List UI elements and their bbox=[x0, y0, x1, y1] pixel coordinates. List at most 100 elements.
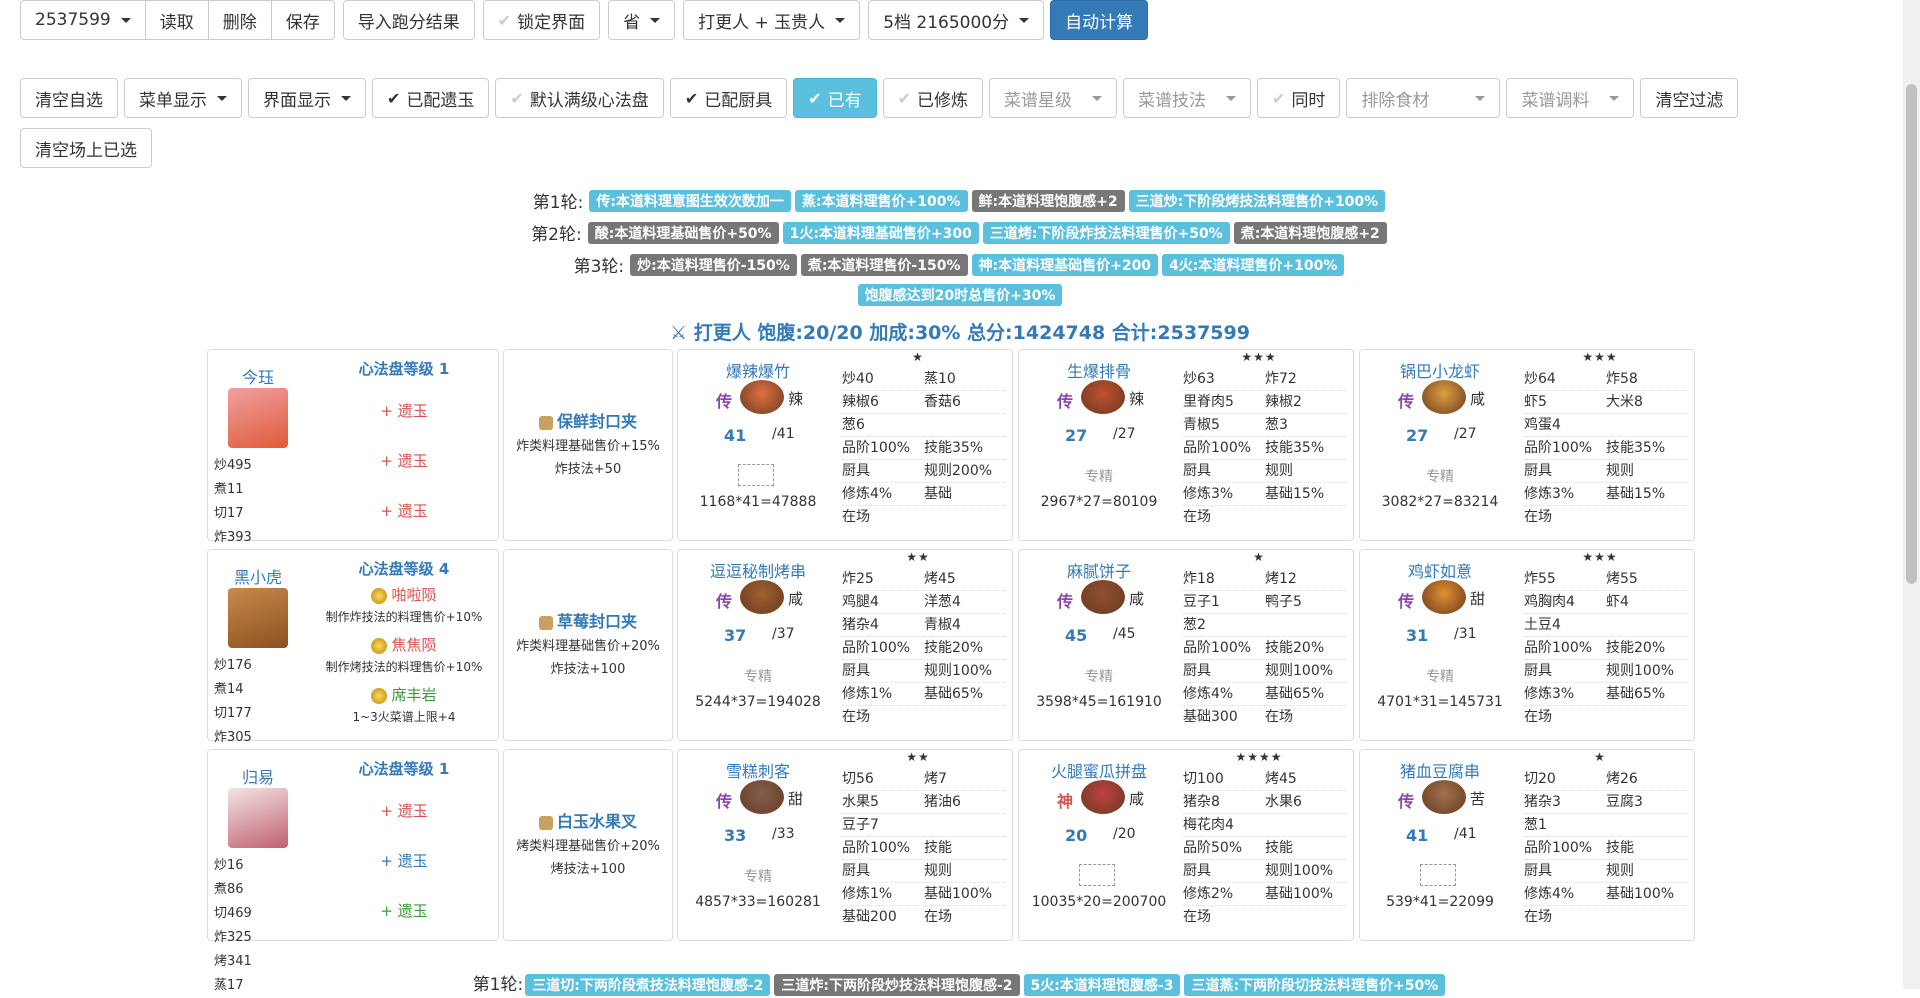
jade-slot[interactable]: + 遗玉 bbox=[314, 800, 494, 821]
jade-slot[interactable]: + 遗玉 bbox=[314, 850, 494, 871]
chef-card[interactable]: 归易 炒16煮86切469炸325烤341蒸17 心法盘等级 1 + 遗玉 + 遗玉 + … bbox=[207, 749, 499, 993]
heart-level[interactable]: 心法盘等级 1 bbox=[314, 358, 494, 379]
dish-info-cell bbox=[1606, 706, 1688, 728]
dish-quantity[interactable]: 33 bbox=[724, 826, 746, 845]
dish-name[interactable]: 猪血豆腐串 bbox=[1360, 758, 1520, 782]
dish-info-cell: 梅花肉4 bbox=[1183, 817, 1234, 833]
dish-seasoning-select[interactable]: 菜谱调料 bbox=[1506, 78, 1635, 118]
dish-skill-select[interactable]: 菜谱技法 bbox=[1123, 78, 1252, 118]
jade-slot[interactable]: 席丰岩 bbox=[314, 684, 494, 705]
tool-card[interactable]: 草莓封口夹 炸类料理基础售价+20% 炸技法+100 bbox=[503, 549, 673, 741]
dish-info-cell: 厨具 bbox=[842, 463, 870, 479]
dish-name[interactable]: 生爆排骨 bbox=[1019, 358, 1179, 382]
tool-name[interactable]: 保鲜封口夹 bbox=[504, 408, 672, 432]
dish-info-cell: 技能35% bbox=[924, 440, 984, 456]
dish-quantity[interactable]: 31 bbox=[1406, 626, 1428, 645]
jade-slot[interactable]: 啪啦陨 bbox=[314, 584, 494, 605]
dish-info-cell: 切100 bbox=[1183, 771, 1224, 787]
province-select[interactable]: 省 bbox=[608, 0, 676, 40]
dish-info-cell: 烤45 bbox=[1265, 771, 1297, 787]
dish-quantity[interactable]: 37 bbox=[724, 626, 746, 645]
jade-slot[interactable]: 焦焦陨 bbox=[314, 634, 494, 655]
jade-desc: 制作烤技法的料理售价+10% bbox=[325, 660, 483, 674]
with-tools-toggle[interactable]: ✔ 已配厨具 bbox=[669, 78, 788, 118]
chevron-down-icon bbox=[341, 95, 351, 101]
menu-display-dropdown[interactable]: 菜单显示 bbox=[124, 78, 242, 118]
auto-calc-button[interactable]: 自动计算 bbox=[1050, 0, 1149, 40]
delete-button[interactable]: 删除 bbox=[207, 0, 272, 40]
mode-select[interactable]: 打更人 + 玉贵人 bbox=[683, 0, 861, 40]
clear-field-button[interactable]: 清空场上已选 bbox=[20, 128, 152, 168]
heart-level[interactable]: 心法盘等级 1 bbox=[314, 758, 494, 779]
chef-card[interactable]: 今珏炒495煮11切17炸393烤94蒸176心法盘等级 1+ 遗玉+ 遗玉+ … bbox=[207, 349, 499, 593]
dish-info-row: 厨具 规则 bbox=[842, 860, 1006, 883]
dish-info-row: 炸25 烤45 bbox=[842, 568, 1006, 591]
dish-card[interactable]: 锅巴小龙虾传 咸 27/27 专精 3082*27=83214 ★★★ 炒64 炸58 虾5 大米… bbox=[1359, 349, 1695, 541]
dish-name[interactable]: 逗逗秘制烤串 bbox=[678, 558, 838, 582]
dish-quantity[interactable]: 20 bbox=[1065, 826, 1087, 845]
dish-info: 切56 烤7 水果5 猪油6 豆子7 品阶100% 技能 厨具 规则 修炼1% 基础100% 基础20… bbox=[842, 768, 1006, 928]
with-jade-toggle[interactable]: ✔ 已配遗玉 bbox=[372, 78, 490, 118]
lock-toggle[interactable]: ✔ 锁定界面 bbox=[482, 0, 601, 40]
dish-info-row: 炒63 炸72 bbox=[1183, 368, 1347, 391]
vertical-scrollbar[interactable] bbox=[1903, 0, 1920, 989]
jade-slot[interactable]: + 遗玉 bbox=[314, 400, 494, 421]
dish-star-select[interactable]: 菜谱星级 bbox=[989, 78, 1118, 118]
save-button[interactable]: 保存 bbox=[270, 0, 335, 40]
jade-slot[interactable]: + 遗玉 bbox=[314, 900, 494, 921]
default-heart-toggle[interactable]: ✔ 默认满级心法盘 bbox=[495, 78, 664, 118]
dish-card[interactable]: 雪糕刺客传 甜 33/33 专精 4857*33=160281 ★★ 切56 烤7 水果5 猪油6… bbox=[677, 749, 1013, 941]
cultivated-toggle[interactable]: ✔ 已修炼 bbox=[882, 78, 984, 118]
import-button[interactable]: 导入跑分结果 bbox=[342, 0, 475, 40]
dish-card[interactable]: 生爆排骨传 辣 27/27 专精 2967*27=80109 ★★★ 炒63 炸72 里脊肉5 辣… bbox=[1018, 349, 1354, 541]
dish-name[interactable]: 鸡虾如意 bbox=[1360, 558, 1520, 582]
read-button[interactable]: 读取 bbox=[144, 0, 209, 40]
both-label: 同时 bbox=[1291, 90, 1326, 111]
tool-card[interactable]: 白玉水果叉 烤类料理基础售价+20% 烤技法+100 bbox=[503, 749, 673, 941]
jade-slot[interactable]: + 遗玉 bbox=[314, 450, 494, 471]
dish-info-cell: 蒸10 bbox=[924, 371, 956, 387]
dish-card[interactable]: 鸡虾如意传 甜 31/31 专精 4701*31=145731 ★★★ 炸55 烤55 鸡胸肉4… bbox=[1359, 549, 1695, 741]
ui-display-dropdown[interactable]: 界面显示 bbox=[248, 78, 366, 118]
dish-quantity[interactable]: 41 bbox=[724, 426, 746, 445]
dish-name[interactable]: 锅巴小龙虾 bbox=[1360, 358, 1520, 382]
tool-name[interactable]: 草莓封口夹 bbox=[504, 608, 672, 632]
dish-card[interactable]: 猪血豆腐串传 苦 41/41 539*41=22099 ★ 切20 烤26 猪杂3 豆腐3 葱1 品… bbox=[1359, 749, 1695, 941]
dish-info-cell: 技能20% bbox=[1606, 640, 1666, 656]
scrollbar-thumb[interactable] bbox=[1906, 84, 1917, 584]
dish-info-cell: 炒40 bbox=[842, 371, 874, 387]
tool-card[interactable]: 保鲜封口夹 炸类料理基础售价+15% 炸技法+50 bbox=[503, 349, 673, 541]
dish-card[interactable]: 火腿蜜瓜拼盘神 咸 20/20 10035*20=200700 ★★★★ 切100 烤45 猪… bbox=[1018, 749, 1354, 941]
both-toggle[interactable]: ✔ 同时 bbox=[1257, 78, 1341, 118]
dish-card[interactable]: 爆辣爆竹传 辣 41/41 1168*41=47888 ★ 炒40 蒸10 辣椒6 香菇6 葱6 品… bbox=[677, 349, 1013, 541]
dish-quantity[interactable]: 41 bbox=[1406, 826, 1428, 845]
fork-knife-icon: ⚔︎ bbox=[670, 322, 688, 344]
chef-name[interactable]: 黑小虎 bbox=[214, 564, 302, 588]
clear-filter-button[interactable]: 清空过滤 bbox=[1640, 78, 1739, 118]
dish-name[interactable]: 爆辣爆竹 bbox=[678, 358, 838, 382]
exclude-ingredient-select[interactable]: 排除食材 bbox=[1346, 78, 1501, 118]
dish-card[interactable]: 逗逗秘制烤串传 咸 37/37 专精 5244*37=194028 ★★ 炸25 烤45 鸡腿4… bbox=[677, 549, 1013, 741]
jade-slot[interactable]: + 遗玉 bbox=[314, 500, 494, 521]
dish-name[interactable]: 麻腻饼子 bbox=[1019, 558, 1179, 582]
dish-name[interactable]: 火腿蜜瓜拼盘 bbox=[1019, 758, 1179, 782]
dish-quantity[interactable]: 27 bbox=[1406, 426, 1428, 445]
dish-name[interactable]: 雪糕刺客 bbox=[678, 758, 838, 782]
tier-value: 5档 2165000分 bbox=[883, 12, 1010, 33]
chef-name[interactable]: 今珏 bbox=[214, 364, 302, 388]
dish-info-cell: 猪杂4 bbox=[842, 617, 879, 633]
owned-toggle[interactable]: ✔ 已有 bbox=[793, 78, 877, 118]
dish-quantity[interactable]: 45 bbox=[1065, 626, 1087, 645]
dish-info-cell: 厨具 bbox=[1183, 663, 1211, 679]
dish-info-row: 在场 bbox=[1524, 906, 1688, 928]
tier-select[interactable]: 5档 2165000分 bbox=[868, 0, 1045, 40]
dish-info-cell: 在场 bbox=[842, 709, 870, 725]
score-select[interactable]: 2537599 bbox=[20, 0, 146, 40]
tool-name[interactable]: 白玉水果叉 bbox=[504, 808, 672, 832]
dish-quantity[interactable]: 27 bbox=[1065, 426, 1087, 445]
chef-name[interactable]: 归易 bbox=[214, 764, 302, 788]
heart-level[interactable]: 心法盘等级 4 bbox=[314, 558, 494, 579]
chef-card[interactable]: 黑小虎炒176煮14切177炸305烤486蒸21心法盘等级 4啪啦陨制作炸技法… bbox=[207, 549, 499, 793]
dish-card[interactable]: 麻腻饼子传 咸 45/45 专精 3598*45=161910 ★ 炸18 烤12 豆子1 鸭子5… bbox=[1018, 549, 1354, 741]
clear-custom-button[interactable]: 清空自选 bbox=[20, 78, 118, 118]
